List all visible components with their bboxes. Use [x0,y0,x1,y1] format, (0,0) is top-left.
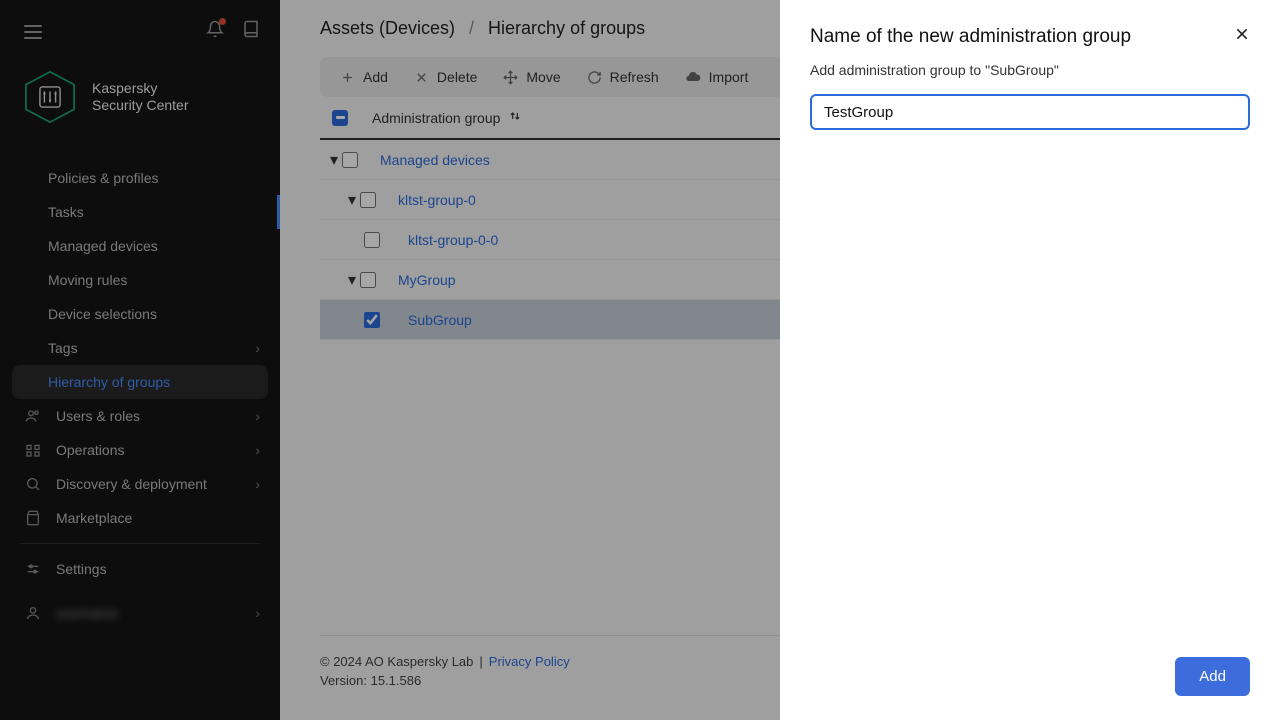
sidebar-item-moving-rules[interactable]: Moving rules [0,263,280,297]
x-icon [414,70,429,85]
sidebar-item-discovery-deployment[interactable]: Discovery & deployment › [0,467,280,501]
new-group-panel: Name of the new administration group Add… [780,0,1280,720]
footer-separator: | [479,654,482,669]
app-name-line1: Kaspersky [92,80,188,98]
sidebar-item-marketplace[interactable]: Marketplace [0,501,280,535]
sidebar-item-policies[interactable]: Policies & profiles [0,161,280,195]
tree-caret-icon[interactable]: ▾ [326,150,342,170]
breadcrumb-separator: / [469,18,474,39]
row-checkbox[interactable] [364,312,380,328]
notification-badge [219,18,226,25]
tree-item-link[interactable]: kltst-group-0-0 [408,232,498,248]
move-icon [503,70,518,85]
privacy-policy-link[interactable]: Privacy Policy [489,654,570,669]
toolbar-label: Move [526,69,560,85]
tree-item-link[interactable]: SubGroup [408,312,472,328]
sidebar-item-settings[interactable]: Settings [0,552,280,586]
sort-icon [508,109,522,126]
refresh-icon [587,70,602,85]
toolbar-label: Import [709,69,749,85]
column-header-label: Administration group [372,110,500,126]
sidebar-item-label: Hierarchy of groups [48,374,170,390]
chevron-right-icon: › [255,605,260,621]
sidebar-item-label: Discovery & deployment [56,476,207,492]
tree-item-link[interactable]: MyGroup [398,272,456,288]
chevron-right-icon: › [255,476,260,492]
tree-caret-icon[interactable]: ▾ [344,270,360,290]
bag-icon [24,510,42,526]
copyright-text: © 2024 AO Kaspersky Lab [320,654,473,669]
sidebar-item-label: Marketplace [56,510,132,526]
notifications-icon[interactable] [206,20,224,43]
sidebar-item-label: Managed devices [48,238,158,254]
toolbar-label: Add [363,69,388,85]
sidebar-item-managed-devices[interactable]: Managed devices [0,229,280,263]
add-button[interactable]: Add [340,69,388,85]
refresh-button[interactable]: Refresh [587,69,659,85]
app-logo: Kaspersky Security Center [0,55,280,149]
breadcrumb-part-2[interactable]: Hierarchy of groups [488,18,645,39]
toolbar-label: Refresh [610,69,659,85]
panel-subtitle: Add administration group to "SubGroup" [810,62,1250,78]
cloud-download-icon [685,69,701,85]
sliders-icon [24,561,42,577]
select-all-checkbox[interactable] [320,110,360,126]
sidebar-item-label: Moving rules [48,272,127,288]
panel-add-button[interactable]: Add [1175,657,1250,696]
chevron-right-icon: › [255,408,260,424]
chevron-right-icon: › [255,442,260,458]
tree-item-link[interactable]: Managed devices [380,152,490,168]
app-name-line2: Security Center [92,97,188,115]
book-icon[interactable] [242,20,260,43]
sidebar-item-label: Tasks [48,204,84,220]
sidebar-item-users-roles[interactable]: Users & roles › [0,399,280,433]
sidebar-item-hierarchy-of-groups[interactable]: Hierarchy of groups [12,365,268,399]
menu-toggle-button[interactable] [24,25,42,39]
row-checkbox[interactable] [360,272,376,288]
panel-title: Name of the new administration group [810,26,1131,48]
sidebar-item-tags[interactable]: Tags › [0,331,280,365]
chevron-right-icon: › [255,340,260,356]
sidebar-item-label: Operations [56,442,124,458]
operations-icon [24,442,42,458]
close-icon[interactable] [1234,26,1250,47]
column-header-admin-group[interactable]: Administration group [360,109,522,126]
breadcrumb-part-1[interactable]: Assets (Devices) [320,18,455,39]
move-button[interactable]: Move [503,69,560,85]
sidebar-item-label: Policies & profiles [48,170,159,186]
plus-icon [340,70,355,85]
import-button[interactable]: Import [685,69,749,85]
sidebar-item-account[interactable]: username › [0,596,280,630]
users-icon [24,408,42,424]
sidebar-item-label: Device selections [48,306,157,322]
version-value: 15.1.586 [371,673,422,688]
tree-caret-icon[interactable]: ▾ [344,190,360,210]
toolbar-label: Delete [437,69,477,85]
logo-icon [22,69,78,125]
version-label: Version: [320,673,367,688]
nav-divider [20,543,260,544]
sidebar-item-label: Users & roles [56,408,140,424]
user-icon [24,605,42,621]
sidebar-item-tasks[interactable]: Tasks [0,195,280,229]
sidebar-item-device-selections[interactable]: Device selections [0,297,280,331]
row-checkbox[interactable] [342,152,358,168]
sidebar-item-label: username [56,605,118,621]
search-icon [24,476,42,492]
group-name-input[interactable] [810,94,1250,130]
tree-item-link[interactable]: kltst-group-0 [398,192,476,208]
row-checkbox[interactable] [364,232,380,248]
sidebar-item-operations[interactable]: Operations › [0,433,280,467]
row-checkbox[interactable] [360,192,376,208]
sidebar-nav: Policies & profiles Tasks Managed device… [0,149,280,720]
sidebar-item-label: Settings [56,561,107,577]
delete-button[interactable]: Delete [414,69,477,85]
sidebar: Kaspersky Security Center Policies & pro… [0,0,280,720]
sidebar-item-label: Tags [48,340,78,356]
